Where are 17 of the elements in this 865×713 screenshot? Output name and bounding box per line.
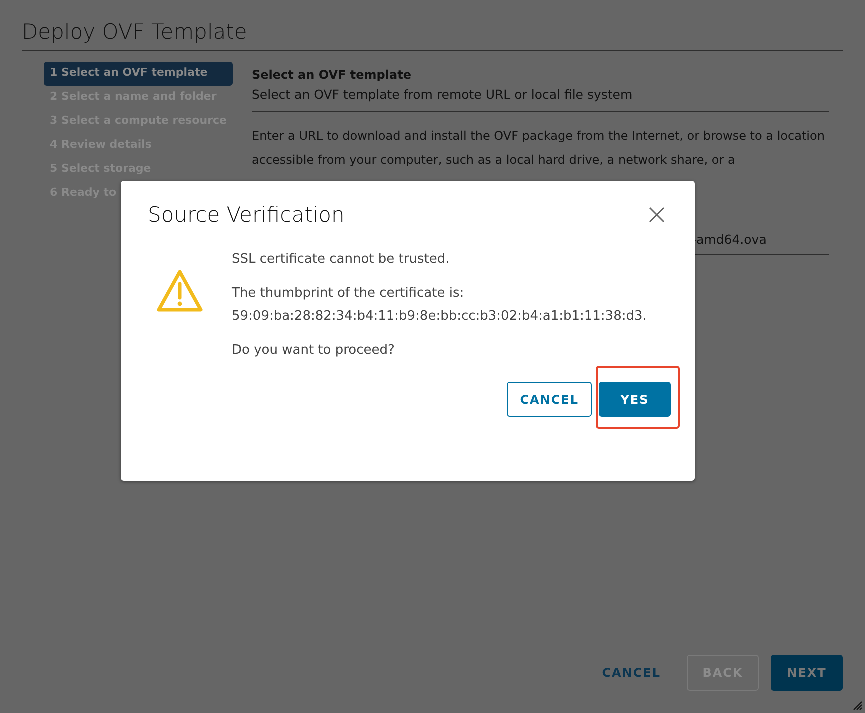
- wizard-step[interactable]: 1 Select an OVF template: [44, 62, 233, 86]
- wizard-title: Deploy OVF Template: [22, 19, 248, 46]
- wizard-button[interactable]: NEXT: [771, 655, 843, 691]
- resize-grip-icon[interactable]: [853, 701, 863, 711]
- cancel-link[interactable]: CANCEL: [588, 655, 675, 691]
- message-text: SSL certificate cannot be trusted.: [232, 251, 451, 269]
- close-icon[interactable]: [647, 205, 667, 225]
- dialog-title: Source Verification: [148, 203, 345, 227]
- message-text: 59:09:ba:28:82:34:b4:11:b9:8e:bb:cc:b3:02:b4:a1:b1:11:38:d3.: [232, 308, 647, 326]
- section-heading: Select an OVF template: [252, 67, 412, 84]
- dialog-button[interactable]: CANCEL: [507, 382, 592, 417]
- message-text: Do you want to proceed?: [232, 342, 396, 360]
- dialog-button[interactable]: YES: [599, 382, 671, 417]
- message-text: The thumbprint of the certificate is:: [232, 285, 466, 303]
- section-subtitle: Select an OVF template from remote URL or local file system: [252, 85, 829, 112]
- description-text: Enter a URL to download and install the OVF package from the Internet, or browse to a location accessible from your computer, such as a local hard drive, a network share, or a: [252, 128, 826, 169]
- warning-icon: [156, 269, 204, 313]
